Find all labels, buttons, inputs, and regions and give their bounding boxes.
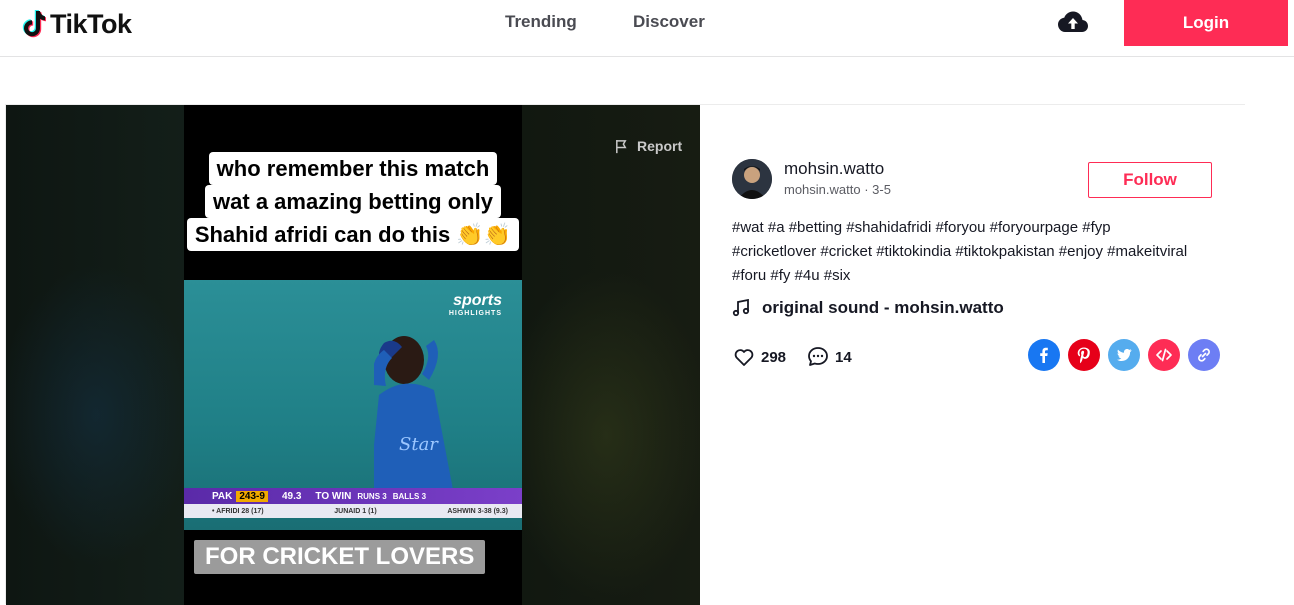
- report-button[interactable]: Report: [614, 138, 682, 154]
- caption-line-2-wrap: wat a amazing betting only: [184, 185, 522, 218]
- video-hashtags[interactable]: #wat #a #betting #shahidafridi #foryou #…: [732, 216, 1192, 288]
- batter-2: JUNAID 1 (1): [334, 507, 377, 515]
- tiktok-note-icon: [22, 10, 46, 38]
- facebook-icon[interactable]: [1028, 339, 1060, 371]
- nav-trending[interactable]: Trending: [505, 12, 577, 32]
- bowler: ASHWIN 3-38 (9.3): [447, 507, 508, 515]
- cricketer-figure: Star: [374, 336, 454, 495]
- score-runs-needed: RUNS 3: [357, 491, 387, 501]
- report-label: Report: [637, 138, 683, 154]
- cloud-upload-icon[interactable]: [1057, 8, 1089, 36]
- video-frame[interactable]: who remember this match wat a amazing be…: [184, 105, 522, 605]
- video-player[interactable]: who remember this match wat a amazing be…: [6, 105, 700, 605]
- video-caption-line: who remember this match: [208, 152, 498, 185]
- video-info-panel: mohsin.watto mohsin.watto · 3-5 Follow #…: [700, 105, 1246, 605]
- video-caption-line: wat a amazing betting only: [205, 185, 501, 218]
- score-team: PAK: [212, 490, 233, 502]
- batter-1: • AFRIDI 28 (17): [212, 507, 264, 515]
- like-stat[interactable]: 298: [732, 345, 786, 369]
- video-bottom-tag: FOR CRICKET LOVERS: [194, 540, 486, 574]
- caption-line-3-wrap: Shahid afridi can do this 👏👏: [184, 218, 522, 251]
- broadcaster-name: sports: [453, 292, 502, 309]
- score-balls: BALLS 3: [392, 491, 427, 501]
- comment-icon: [808, 347, 828, 366]
- music-link[interactable]: original sound - mohsin.watto: [732, 298, 1004, 318]
- scorebar-top: PAK 243-9 49.3 TO WIN RUNS 3 BALLS 3: [184, 488, 522, 504]
- music-title: original sound - mohsin.watto: [762, 298, 1004, 317]
- video-caption-line: Shahid afridi can do this 👏👏: [186, 218, 520, 251]
- caption-line-1-wrap: who remember this match: [184, 152, 522, 185]
- comment-count: 14: [835, 348, 852, 366]
- score-to-win: TO WIN: [315, 490, 352, 502]
- tiktok-logo[interactable]: TikTok: [20, 7, 132, 41]
- music-note-icon: [732, 299, 750, 317]
- follow-button[interactable]: Follow: [1088, 162, 1212, 198]
- score-overs: 49.3: [281, 490, 302, 502]
- score-runs: 243-9: [236, 490, 268, 502]
- cricket-scene: sports HIGHLIGHTS Star PAK 243-9 49.3 TO…: [184, 280, 522, 530]
- share-buttons: [1020, 339, 1220, 371]
- scorebar-bottom: • AFRIDI 28 (17) JUNAID 1 (1) ASHWIN 3-3…: [184, 504, 522, 518]
- link-icon[interactable]: [1188, 339, 1220, 371]
- avatar[interactable]: [732, 159, 772, 199]
- login-button[interactable]: Login: [1124, 0, 1288, 46]
- top-header: TikTok Trending Discover Login: [0, 0, 1294, 57]
- broadcaster-logo: sports HIGHLIGHTS: [449, 292, 502, 317]
- heart-icon: [734, 349, 754, 366]
- video-stats: 298 14: [732, 345, 872, 369]
- logo-text: TikTok: [50, 8, 132, 39]
- comment-stat[interactable]: 14: [806, 345, 852, 369]
- svg-text:Star: Star: [399, 434, 439, 455]
- author-username[interactable]: mohsin.watto: [784, 159, 884, 179]
- broadcaster-tag: HIGHLIGHTS: [448, 310, 502, 317]
- pinterest-icon[interactable]: [1068, 339, 1100, 371]
- video-card: who remember this match wat a amazing be…: [5, 104, 1246, 605]
- twitter-icon[interactable]: [1108, 339, 1140, 371]
- author-subline: mohsin.watto · 3-5: [784, 182, 891, 197]
- like-count: 298: [761, 348, 787, 366]
- flag-icon: [616, 139, 627, 153]
- nav-discover[interactable]: Discover: [633, 12, 705, 32]
- embed-icon[interactable]: [1148, 339, 1180, 371]
